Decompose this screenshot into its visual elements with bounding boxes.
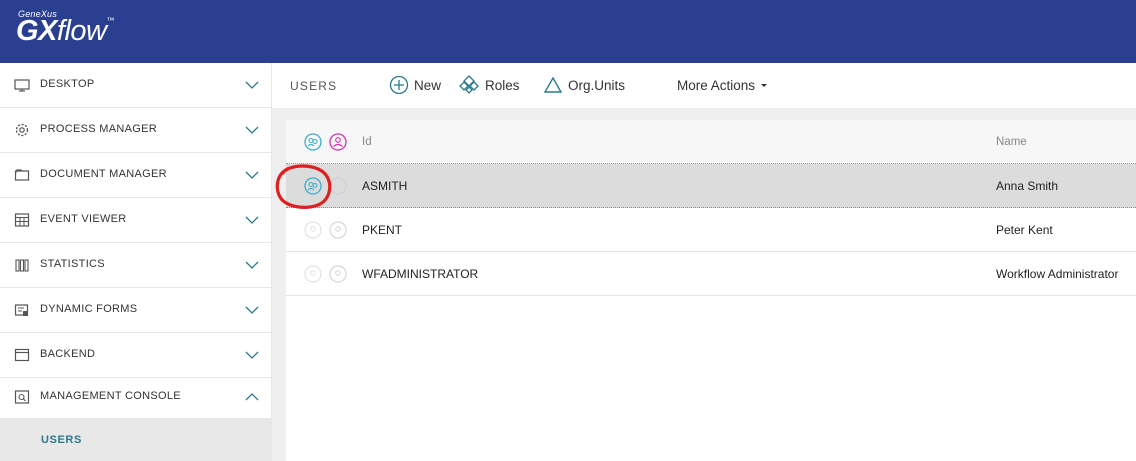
brand-logo[interactable]: GXflow™ bbox=[16, 17, 114, 46]
table-row[interactable]: ASMITH Anna Smith bbox=[286, 164, 1136, 208]
table-row[interactable]: WFADMINISTRATOR Workflow Administrator bbox=[286, 252, 1136, 296]
user-id: PKENT bbox=[362, 223, 403, 237]
user-faded-icon[interactable] bbox=[329, 177, 347, 195]
plus-circle-icon bbox=[389, 75, 409, 95]
triangle-icon bbox=[543, 76, 563, 93]
caret-down-icon bbox=[761, 84, 768, 87]
toolbar: USERS New Roles Org.Units More Actions bbox=[272, 63, 1136, 108]
sidebar-item-label: DYNAMIC FORMS bbox=[40, 303, 138, 315]
form-icon bbox=[14, 304, 29, 316]
sidebar-subitem-users[interactable]: USERS bbox=[0, 419, 271, 461]
monitor-icon bbox=[14, 79, 30, 92]
page-title: USERS bbox=[290, 79, 338, 93]
user-teal-icon[interactable] bbox=[304, 133, 322, 151]
new-button-label: New bbox=[414, 77, 442, 93]
roles-button-label: Roles bbox=[485, 77, 520, 93]
sidebar-item-management-console[interactable]: MANAGEMENT CONSOLE bbox=[0, 375, 271, 419]
users-grid: Id Name ASMITH Anna Smith PKENT Peter Ke… bbox=[286, 120, 1136, 461]
bar-chart-icon bbox=[15, 259, 29, 272]
user-teal-icon[interactable] bbox=[304, 177, 322, 195]
chevron-down-icon bbox=[245, 306, 259, 314]
chevron-down-icon bbox=[245, 171, 259, 179]
user-faded-icon[interactable] bbox=[304, 265, 322, 283]
grid-header: Id Name bbox=[286, 120, 1136, 164]
user-id: ASMITH bbox=[362, 179, 408, 193]
sidebar-item-label: DOCUMENT MANAGER bbox=[40, 168, 167, 180]
main-content: USERS New Roles Org.Units More Actions I… bbox=[272, 63, 1136, 461]
brand-flow: flow bbox=[56, 15, 107, 47]
user-faded-icon[interactable] bbox=[329, 221, 347, 239]
user-faded-icon[interactable] bbox=[329, 265, 347, 283]
sidebar-item-dynamic-forms[interactable]: DYNAMIC FORMS bbox=[0, 288, 271, 333]
user-id: WFADMINISTRATOR bbox=[362, 267, 479, 281]
chevron-down-icon bbox=[245, 81, 259, 89]
more-actions-label: More Actions bbox=[677, 77, 756, 93]
new-button[interactable]: New bbox=[389, 74, 441, 96]
sidebar-subitem-label: USERS bbox=[41, 434, 82, 446]
sidebar-item-document-manager[interactable]: DOCUMENT MANAGER bbox=[0, 153, 271, 198]
sidebar-item-event-viewer[interactable]: EVENT VIEWER bbox=[0, 198, 271, 243]
sidebar-item-label: STATISTICS bbox=[40, 258, 105, 270]
chevron-down-icon bbox=[245, 216, 259, 224]
chevron-down-icon bbox=[245, 126, 259, 134]
sidebar-item-backend[interactable]: BACKEND bbox=[0, 333, 271, 378]
table-row[interactable]: PKENT Peter Kent bbox=[286, 208, 1136, 252]
brand-gx: GX bbox=[16, 15, 57, 47]
user-name: Workflow Administrator bbox=[996, 267, 1119, 281]
sidebar-item-label: BACKEND bbox=[40, 348, 96, 360]
sidebar-item-statistics[interactable]: STATISTICS bbox=[0, 243, 271, 288]
window-icon bbox=[14, 348, 30, 362]
sidebar-item-label: DESKTOP bbox=[40, 78, 95, 90]
folder-icon bbox=[14, 169, 30, 181]
sidebar-item-process-manager[interactable]: PROCESS MANAGER bbox=[0, 108, 271, 153]
column-header-id[interactable]: Id bbox=[362, 136, 372, 148]
chevron-up-icon bbox=[245, 393, 259, 401]
chevron-down-icon bbox=[245, 351, 259, 359]
brand-tm: ™ bbox=[106, 16, 114, 25]
sidebar-item-label: MANAGEMENT CONSOLE bbox=[40, 390, 181, 402]
chevron-down-icon bbox=[245, 261, 259, 269]
roles-icon bbox=[459, 75, 479, 94]
org-units-button-label: Org.Units bbox=[568, 77, 626, 93]
user-name: Anna Smith bbox=[996, 179, 1059, 193]
user-name: Peter Kent bbox=[996, 223, 1053, 237]
user-pink-icon[interactable] bbox=[329, 133, 347, 151]
sidebar-item-desktop[interactable]: DESKTOP bbox=[0, 63, 271, 108]
gear-icon bbox=[15, 123, 29, 137]
app-header: GeneXus GXflow™ bbox=[0, 0, 1136, 63]
column-header-name[interactable]: Name bbox=[996, 136, 1027, 148]
roles-button[interactable]: Roles bbox=[458, 74, 520, 96]
sidebar-item-label: EVENT VIEWER bbox=[40, 213, 127, 225]
more-actions-dropdown[interactable]: More Actions bbox=[677, 74, 768, 96]
sidebar-item-label: PROCESS MANAGER bbox=[40, 123, 157, 135]
calendar-icon bbox=[14, 213, 30, 227]
sidebar: DESKTOP PROCESS MANAGER DOCUMENT MANAGER… bbox=[0, 63, 272, 461]
user-faded-icon[interactable] bbox=[304, 221, 322, 239]
console-icon bbox=[14, 390, 30, 404]
org-units-button[interactable]: Org.Units bbox=[543, 74, 625, 96]
